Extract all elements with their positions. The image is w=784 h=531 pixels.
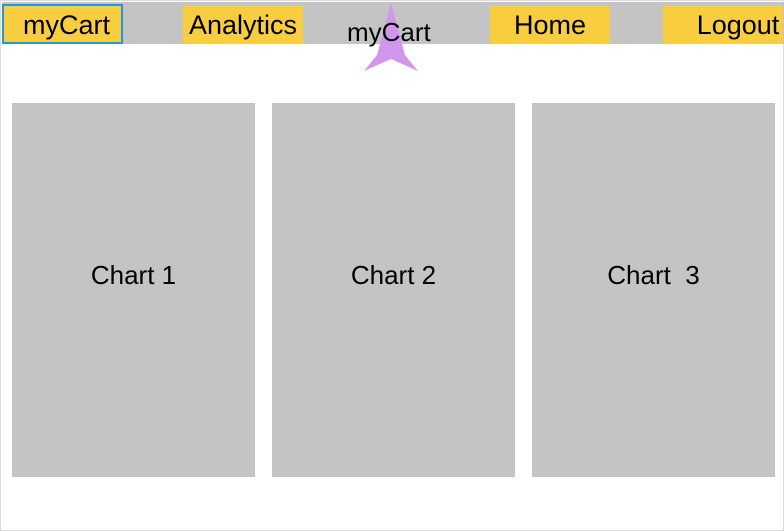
brand-title: myCart bbox=[347, 17, 431, 47]
chart-card-label: Chart 1 bbox=[90, 259, 177, 290]
chart-card-2[interactable]: Chart 2 bbox=[272, 103, 515, 477]
nav-button-mycart[interactable]: myCart bbox=[2, 4, 123, 44]
page-frame: myCart Analytics myCart Home Logout Char… bbox=[0, 0, 784, 531]
chart-card-1[interactable]: Chart 1 bbox=[12, 103, 255, 477]
nav-button-logout[interactable]: Logout bbox=[663, 6, 783, 44]
chart-card-3[interactable]: Chart 3 bbox=[532, 103, 775, 477]
nav-button-home[interactable]: Home bbox=[490, 6, 610, 44]
chart-card-label: Chart 3 bbox=[607, 259, 700, 290]
nav-button-analytics[interactable]: Analytics bbox=[183, 6, 303, 44]
chart-card-label: Chart 2 bbox=[350, 259, 437, 290]
